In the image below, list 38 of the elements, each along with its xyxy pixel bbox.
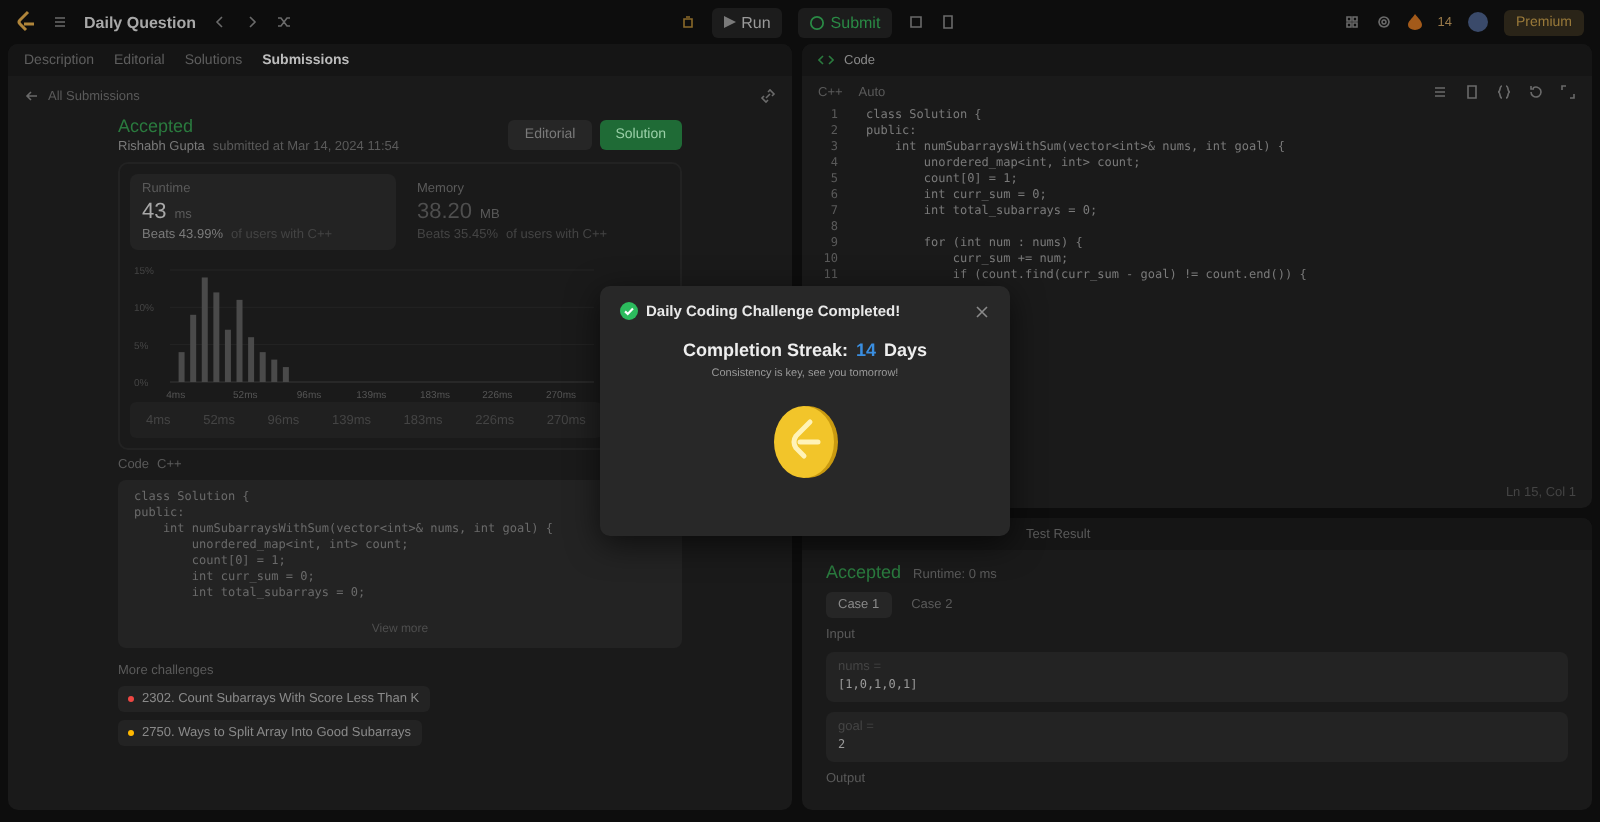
chart-bar — [259, 352, 266, 382]
submit-button[interactable]: Submit — [798, 7, 893, 37]
arrow-left-icon — [24, 88, 40, 104]
braces-icon — [1496, 84, 1512, 100]
chart-bar — [248, 337, 255, 382]
chevron-right-icon — [244, 14, 261, 30]
run-button[interactable]: Run — [711, 7, 783, 37]
chart-bar — [190, 314, 197, 382]
chart-bar — [201, 277, 208, 382]
streak-days: 14 — [855, 340, 876, 360]
format-icon — [1432, 84, 1448, 100]
check-circle-icon — [620, 302, 638, 320]
play-icon — [723, 16, 736, 28]
expand-icon — [1560, 84, 1576, 100]
chart-bar — [224, 329, 231, 382]
fire-icon — [1407, 14, 1422, 30]
shuffle-icon — [276, 14, 293, 30]
result-status: Accepted — [826, 562, 902, 582]
streak-label: Completion Streak: — [682, 340, 848, 360]
grid-icon — [1343, 14, 1360, 30]
chart-bar — [178, 352, 185, 382]
code-icon — [818, 52, 834, 68]
coin-icon — [771, 404, 839, 480]
chart-bar — [236, 299, 243, 382]
chart-bar — [213, 292, 220, 382]
chart-bar — [282, 367, 289, 382]
reset-icon — [1528, 84, 1544, 100]
chart-bar — [271, 359, 278, 382]
daily-question-title[interactable]: Daily Question — [84, 13, 197, 31]
close-icon — [974, 303, 990, 319]
chevron-left-icon — [212, 14, 229, 30]
days-label: Days — [884, 340, 928, 360]
close-button[interactable] — [974, 303, 990, 319]
accepted-status: Accepted — [118, 116, 196, 136]
link-icon — [760, 88, 776, 104]
list-icon — [52, 14, 68, 30]
logo-icon[interactable] — [16, 10, 36, 34]
stat-value: 43 — [142, 200, 167, 224]
